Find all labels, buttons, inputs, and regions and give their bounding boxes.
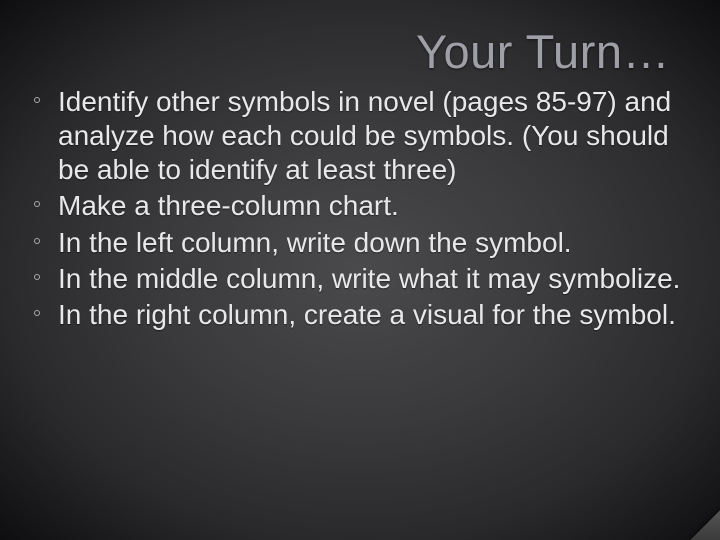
bullet-item: Make a three-column chart.	[58, 189, 686, 223]
bullet-item: Identify other symbols in novel (pages 8…	[58, 85, 686, 187]
bullet-text: In the middle column, write what it may …	[58, 263, 680, 294]
bullet-marker-icon	[34, 97, 40, 103]
bullet-text: Make a three-column chart.	[58, 190, 399, 221]
bullet-item: In the right column, create a visual for…	[58, 298, 686, 332]
bullet-text: In the left column, write down the symbo…	[58, 227, 572, 258]
bullet-item: In the middle column, write what it may …	[58, 262, 686, 296]
bullet-text: In the right column, create a visual for…	[58, 299, 676, 330]
bullet-marker-icon	[34, 238, 40, 244]
bullet-marker-icon	[34, 274, 40, 280]
slide: Your Turn… Identify other symbols in nov…	[0, 0, 720, 540]
bullet-marker-icon	[34, 310, 40, 316]
slide-content: Identify other symbols in novel (pages 8…	[58, 85, 686, 332]
corner-fold-icon	[678, 498, 720, 540]
bullet-marker-icon	[34, 201, 40, 207]
slide-title: Your Turn…	[58, 24, 686, 79]
bullet-text: Identify other symbols in novel (pages 8…	[58, 86, 671, 185]
bullet-item: In the left column, write down the symbo…	[58, 226, 686, 260]
